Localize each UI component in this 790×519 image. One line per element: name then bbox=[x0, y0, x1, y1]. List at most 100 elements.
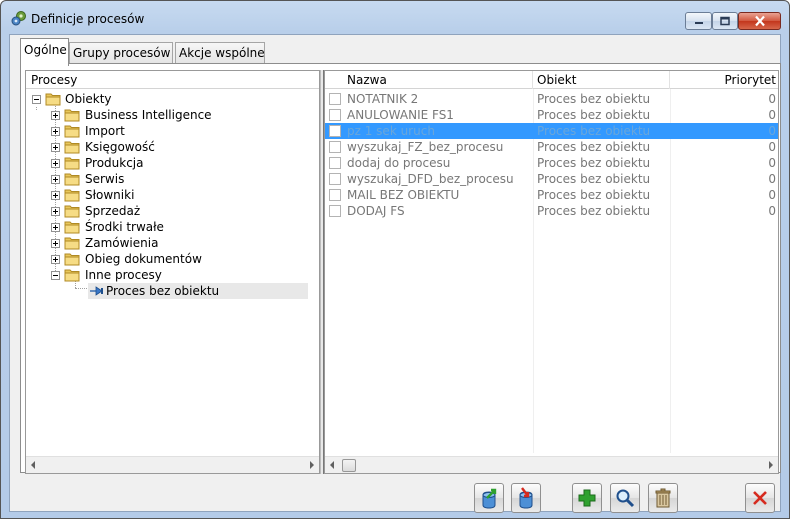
cell-object: Proces bez obiektu bbox=[537, 204, 651, 218]
folder-open-icon bbox=[64, 269, 80, 282]
add-button[interactable] bbox=[572, 483, 602, 513]
expand-icon[interactable] bbox=[51, 239, 60, 248]
row-checkbox[interactable] bbox=[329, 109, 341, 121]
tree-node-produkcja[interactable]: Produkcja bbox=[46, 155, 316, 171]
expand-icon[interactable] bbox=[51, 223, 60, 232]
row-checkbox[interactable] bbox=[329, 189, 341, 201]
scroll-right-icon[interactable] bbox=[310, 461, 314, 469]
column-header-obiekt[interactable]: Obiekt bbox=[533, 71, 670, 89]
table-row[interactable]: MAIL BEZ OBIEKTU Proces bez obiektu 0 bbox=[325, 187, 778, 203]
column-header-nazwa[interactable]: Nazwa bbox=[343, 71, 533, 89]
cell-name: NOTATNIK 2 bbox=[347, 92, 419, 106]
row-checkbox[interactable] bbox=[329, 125, 341, 137]
expand-icon[interactable] bbox=[51, 175, 60, 184]
cell-priority: 0 bbox=[768, 172, 776, 186]
minimize-button[interactable] bbox=[685, 12, 712, 30]
folder-icon bbox=[64, 157, 80, 170]
expand-icon[interactable] bbox=[51, 111, 60, 120]
cell-name: pz 1 sek uruch bbox=[347, 124, 435, 138]
maximize-button[interactable] bbox=[712, 12, 738, 30]
tree-node-obieg-dokumentow[interactable]: Obieg dokumentów bbox=[46, 251, 316, 267]
close-icon bbox=[754, 15, 765, 27]
tree-node-proces-bez-obiektu[interactable]: Proces bez obiektu bbox=[88, 283, 308, 299]
tab-label: Ogólne bbox=[24, 43, 67, 57]
expand-icon[interactable] bbox=[51, 127, 60, 136]
cell-object: Proces bez obiektu bbox=[537, 172, 651, 186]
cell-name: DODAJ FS bbox=[347, 204, 405, 218]
process-tree-panel: Procesy Obiekty Business Intelligence Im… bbox=[25, 70, 320, 474]
tab-content: Procesy Obiekty Business Intelligence Im… bbox=[20, 63, 781, 474]
tree-node-label: Produkcja bbox=[85, 156, 144, 170]
process-tree[interactable]: Obiekty Business Intelligence Import Ksi… bbox=[26, 91, 319, 453]
expand-icon[interactable] bbox=[51, 255, 60, 264]
tree-node-ksiegowosc[interactable]: Księgowość bbox=[46, 139, 316, 155]
import-button[interactable] bbox=[511, 483, 541, 513]
tree-node-label: Sprzedaż bbox=[85, 204, 141, 218]
maximize-icon bbox=[720, 16, 730, 26]
window-title: Definicje procesów bbox=[31, 12, 145, 26]
row-checkbox[interactable] bbox=[329, 205, 341, 217]
row-checkbox[interactable] bbox=[329, 157, 341, 169]
folder-icon bbox=[64, 141, 80, 154]
tree-horizontal-scrollbar[interactable] bbox=[26, 456, 319, 473]
cell-name: wyszukaj_FZ_bez_procesu bbox=[347, 140, 504, 154]
row-checkbox[interactable] bbox=[329, 93, 341, 105]
grid-horizontal-scrollbar[interactable] bbox=[325, 456, 778, 473]
table-row[interactable]: DODAJ FS Proces bez obiektu 0 bbox=[325, 203, 778, 219]
tree-node-obiekty[interactable]: Obiekty bbox=[26, 91, 319, 107]
tree-node-import[interactable]: Import bbox=[46, 123, 316, 139]
process-node-icon bbox=[90, 286, 103, 296]
tree-node-slowniki[interactable]: Słowniki bbox=[46, 187, 316, 203]
expand-icon[interactable] bbox=[51, 191, 60, 200]
tab-grupy-procesow[interactable]: Grupy procesów bbox=[69, 42, 173, 64]
scroll-left-icon[interactable] bbox=[31, 461, 35, 469]
table-row[interactable]: wyszukaj_FZ_bez_procesu Proces bez obiek… bbox=[325, 139, 778, 155]
table-row[interactable]: ANULOWANIE FS1 Proces bez obiektu 0 bbox=[325, 107, 778, 123]
cell-object: Proces bez obiektu bbox=[537, 140, 651, 154]
scroll-right-icon[interactable] bbox=[769, 461, 773, 469]
expand-icon[interactable] bbox=[51, 143, 60, 152]
table-row[interactable]: NOTATNIK 2 Proces bez obiektu 0 bbox=[325, 91, 778, 107]
expand-icon[interactable] bbox=[51, 207, 60, 216]
collapse-icon[interactable] bbox=[51, 271, 60, 280]
cell-priority: 0 bbox=[768, 188, 776, 202]
table-row[interactable]: dodaj do procesu Proces bez obiektu 0 bbox=[325, 155, 778, 171]
tree-node-business-intelligence[interactable]: Business Intelligence bbox=[46, 107, 316, 123]
row-checkbox[interactable] bbox=[329, 141, 341, 153]
tree-node-label: Import bbox=[85, 124, 125, 138]
close-window-button[interactable] bbox=[738, 12, 781, 30]
folder-icon bbox=[64, 253, 80, 266]
scroll-thumb[interactable] bbox=[342, 459, 356, 472]
collapse-icon[interactable] bbox=[32, 95, 41, 104]
tree-node-zamowienia[interactable]: Zamówienia bbox=[46, 235, 316, 251]
column-header-priorytet[interactable]: Priorytet bbox=[670, 71, 778, 89]
row-checkbox[interactable] bbox=[329, 173, 341, 185]
tree-node-serwis[interactable]: Serwis bbox=[46, 171, 316, 187]
title-bar[interactable]: Definicje procesów bbox=[1, 1, 789, 35]
folder-icon bbox=[64, 189, 80, 202]
table-row[interactable]: wyszukaj_DFD_bez_procesu Proces bez obie… bbox=[325, 171, 778, 187]
tab-akcje-wspolne[interactable]: Akcje wspólne bbox=[175, 42, 265, 64]
folder-icon bbox=[64, 237, 80, 250]
cell-object: Proces bez obiektu bbox=[537, 124, 651, 138]
tab-ogolne[interactable]: Ogólne bbox=[20, 38, 69, 66]
tree-node-inne-procesy[interactable]: Inne procesy bbox=[46, 267, 316, 283]
tree-node-sprzedaz[interactable]: Sprzedaż bbox=[46, 203, 316, 219]
table-row-selected[interactable]: pz 1 sek uruch Proces bez obiektu 0 bbox=[325, 123, 778, 139]
gears-icon bbox=[11, 11, 26, 26]
tree-node-label: Słowniki bbox=[85, 188, 135, 202]
tree-node-label: Proces bez obiektu bbox=[106, 284, 220, 298]
window: Definicje procesów Ogólne Grupy procesów… bbox=[0, 0, 790, 519]
search-button[interactable] bbox=[610, 483, 640, 513]
tree-node-label: Serwis bbox=[85, 172, 125, 186]
close-button[interactable] bbox=[745, 483, 775, 513]
folder-open-icon bbox=[45, 93, 61, 106]
delete-button[interactable] bbox=[648, 483, 678, 513]
folder-icon bbox=[64, 221, 80, 234]
folder-icon bbox=[64, 173, 80, 186]
export-button[interactable] bbox=[474, 483, 504, 513]
expand-icon[interactable] bbox=[51, 159, 60, 168]
folder-icon bbox=[64, 205, 80, 218]
scroll-left-icon[interactable] bbox=[330, 461, 334, 469]
tree-node-srodki-trwale[interactable]: Środki trwałe bbox=[46, 219, 316, 235]
